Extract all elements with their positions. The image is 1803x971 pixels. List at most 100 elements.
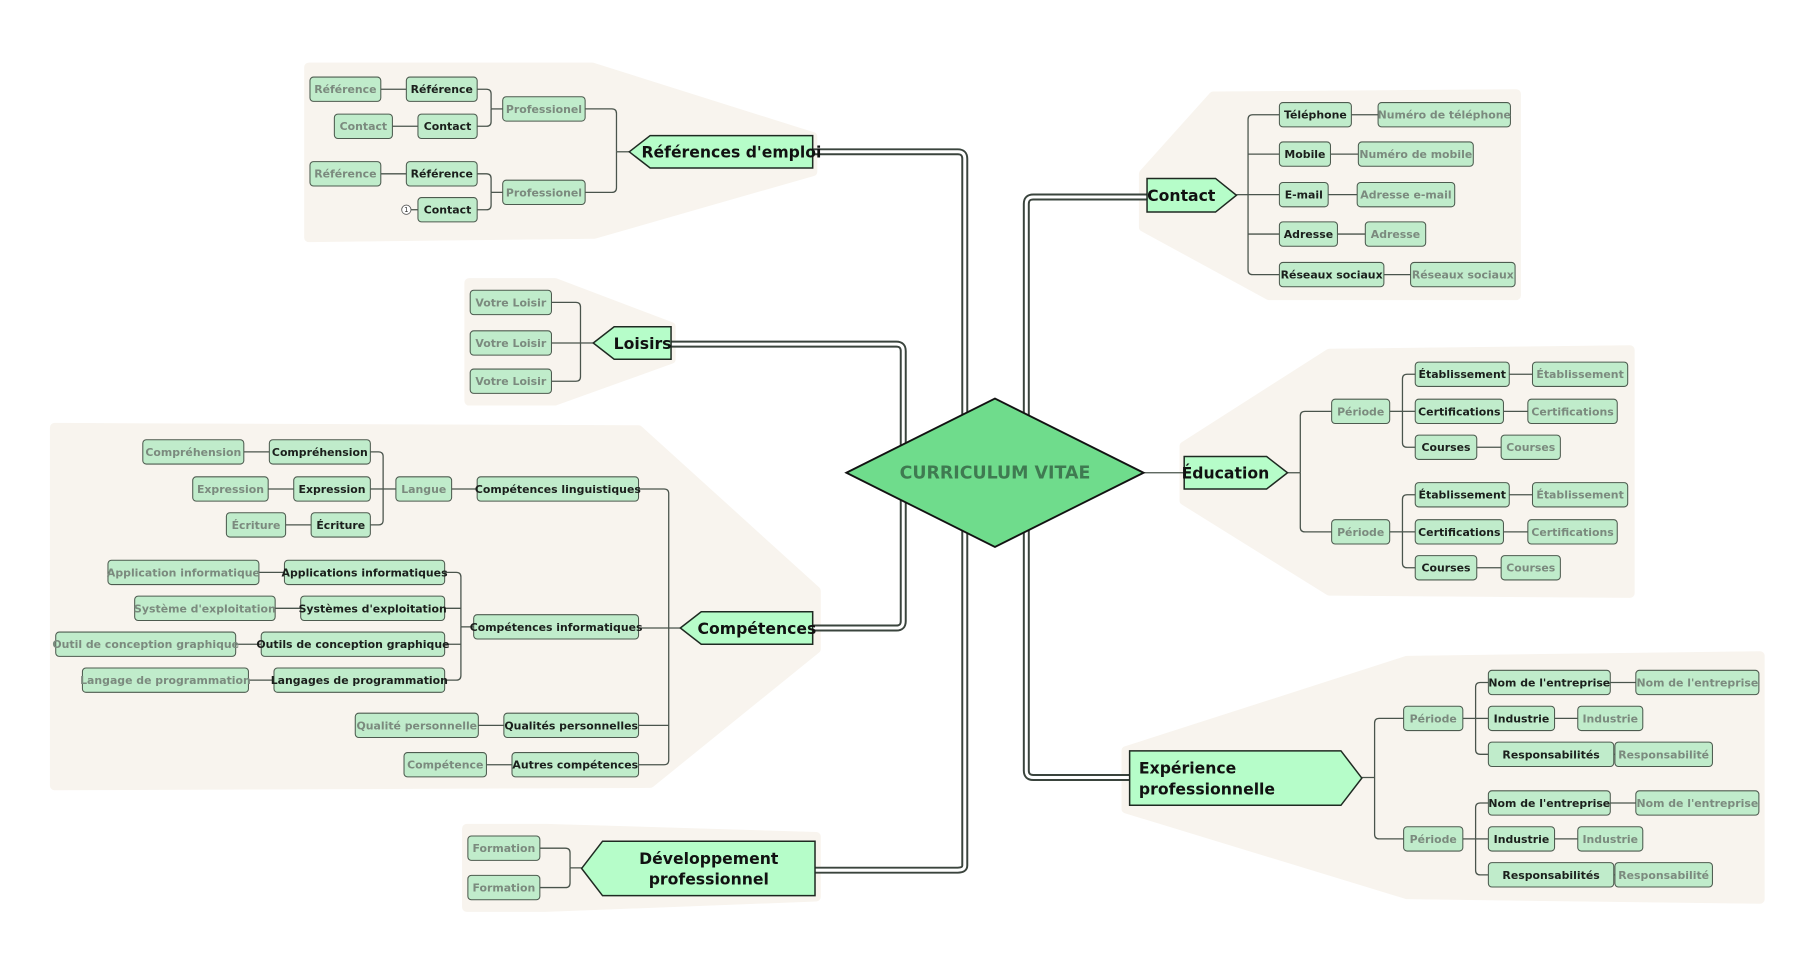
competence-value[interactable]: Compréhension (142, 439, 245, 465)
competence-value[interactable]: Langage de programmation (80, 667, 251, 693)
contact-item[interactable]: Mobile (1278, 141, 1332, 167)
competence-value[interactable]: Compétence (403, 752, 487, 778)
competence-item[interactable]: Outils de conception graphique (256, 631, 450, 657)
education-value[interactable]: Établissement (1531, 361, 1629, 387)
experience-value[interactable]: Industrie (1577, 826, 1644, 852)
central-topic[interactable]: CURRICULUM VITAE (844, 397, 1146, 548)
competence-value[interactable]: Écriture (225, 512, 287, 538)
experience-item[interactable]: Industrie (1487, 826, 1556, 852)
experience-value[interactable]: Responsabilité (1614, 741, 1713, 768)
competence-item[interactable]: Systèmes d'exploitation (299, 595, 447, 622)
main-connectors (671, 148, 1148, 874)
experience-item[interactable]: Responsabilités (1487, 741, 1615, 768)
loisir-item[interactable]: Votre Loisir (469, 368, 552, 394)
competence-category[interactable]: Qualités personnelles (503, 712, 640, 739)
competence-item[interactable]: Expression (293, 476, 371, 502)
education-value[interactable]: Courses (1500, 434, 1561, 460)
ref-item[interactable]: Référence (405, 161, 478, 187)
loisir-item[interactable]: Votre Loisir (469, 289, 552, 316)
ref-item[interactable]: Référence (405, 76, 478, 102)
experience-item[interactable]: Responsabilités (1487, 862, 1615, 888)
node-label: Systèmes d'exploitation (299, 602, 447, 615)
contact-item[interactable]: Adresse (1278, 221, 1338, 247)
contact-item[interactable]: Téléphone (1278, 102, 1352, 128)
main-node-references[interactable]: Références d'emploi (628, 134, 821, 169)
ref-item[interactable]: Contact (417, 197, 478, 223)
experience-value[interactable]: Nom de l'entreprise (1635, 669, 1760, 696)
contact-value[interactable]: Numéro de mobile (1357, 141, 1474, 167)
node-label: Formation (472, 882, 535, 895)
contact-item[interactable]: E-mail (1278, 181, 1329, 208)
node-label: Nom de l'entreprise (1636, 676, 1758, 689)
node-label: Application informatique (107, 566, 260, 579)
contact-value[interactable]: Adresse e-mail (1356, 181, 1456, 208)
competence-value[interactable]: Application informatique (107, 559, 260, 586)
competence-value[interactable]: Système d'exploitation (134, 595, 276, 622)
experience-period[interactable]: Période (1403, 826, 1464, 852)
ref-value[interactable]: Référence (309, 161, 382, 187)
education-item[interactable]: Certifications (1414, 398, 1504, 425)
node-label: Outil de conception graphique (52, 638, 239, 651)
main-node-education[interactable]: Éducation (1182, 455, 1289, 490)
competence-category[interactable]: Compétences informatiques (470, 614, 643, 640)
competence-value[interactable]: Qualité personnelle (354, 712, 479, 739)
ref-group-professionel[interactable]: Professionel (502, 179, 586, 206)
ref-value[interactable]: Référence (309, 76, 382, 102)
education-item[interactable]: Établissement (1414, 482, 1510, 508)
competence-value[interactable]: Expression (192, 476, 269, 502)
loisir-item[interactable]: Votre Loisir (469, 330, 552, 356)
education-value[interactable]: Courses (1500, 555, 1561, 581)
ref-group-professionel[interactable]: Professionel (502, 96, 586, 122)
education-period[interactable]: Période (1331, 398, 1391, 425)
education-item[interactable]: Courses (1414, 434, 1478, 460)
education-period[interactable]: Période (1331, 519, 1391, 545)
node-label: Nom de l'entreprise (1488, 797, 1610, 810)
experience-item[interactable]: Nom de l'entreprise (1487, 790, 1611, 816)
education-value[interactable]: Certifications (1527, 519, 1618, 545)
education-value[interactable]: Établissement (1531, 482, 1629, 508)
experience-value[interactable]: Responsabilité (1614, 862, 1713, 888)
competence-value[interactable]: Outil de conception graphique (52, 631, 239, 657)
education-item[interactable]: Certifications (1414, 519, 1504, 545)
main-node-experience[interactable]: Expérience professionnelle (1128, 750, 1363, 807)
formation-item[interactable]: Formation (467, 874, 541, 901)
education-value[interactable]: Certifications (1527, 398, 1618, 425)
contact-value[interactable]: Numéro de téléphone (1377, 102, 1511, 128)
mind-map-canvas: CURRICULUM VITAE Références d'emploi Profe… (49, 62, 1765, 912)
competence-sub[interactable]: Langue (395, 476, 453, 502)
experience-item[interactable]: Nom de l'entreprise (1487, 669, 1611, 696)
competence-item[interactable]: Langages de programmation (271, 667, 448, 693)
node-label: Industrie (1494, 833, 1550, 846)
contact-value[interactable]: Réseaux sociaux (1410, 261, 1516, 288)
node-label: Référence (411, 168, 473, 181)
node-label: Compétences informatiques (470, 621, 643, 634)
contact-value[interactable]: Adresse (1364, 221, 1427, 247)
ref-value[interactable]: Contact (333, 113, 393, 139)
education-item[interactable]: Établissement (1414, 361, 1510, 387)
node-label: Responsabilité (1618, 748, 1709, 761)
formation-item[interactable]: Formation (467, 835, 541, 861)
experience-value[interactable]: Industrie (1577, 705, 1644, 732)
node-label: Formation (472, 842, 535, 855)
experience-period[interactable]: Période (1403, 705, 1464, 732)
node-label: Période (1410, 833, 1457, 846)
experience-item[interactable]: Industrie (1487, 705, 1556, 732)
competence-category[interactable]: Compétences linguistiques (475, 476, 641, 502)
node-label: Référence (411, 83, 473, 96)
competence-item[interactable]: Écriture (310, 512, 371, 538)
competence-item[interactable]: Applications informatiques (282, 559, 448, 586)
education-item[interactable]: Courses (1414, 555, 1478, 581)
contact-item[interactable]: Réseaux sociaux (1278, 261, 1385, 288)
experience-value[interactable]: Nom de l'entreprise (1635, 790, 1760, 816)
main-node-developpement[interactable]: Développement professionnel (580, 840, 816, 897)
node-label: Courses (1421, 441, 1470, 454)
competence-category[interactable]: Autres compétences (511, 752, 640, 778)
node-label: Langage de programmation (80, 674, 251, 687)
node-label: Responsabilité (1618, 869, 1709, 882)
competence-item[interactable]: Compréhension (268, 439, 371, 465)
node-label: Responsabilités (1502, 869, 1599, 882)
badge-count: 1 (404, 206, 408, 214)
collapsed-count-badge[interactable]: 1 (401, 204, 412, 215)
main-node-competences[interactable]: Compétences (679, 611, 816, 645)
ref-item[interactable]: Contact (417, 113, 478, 139)
